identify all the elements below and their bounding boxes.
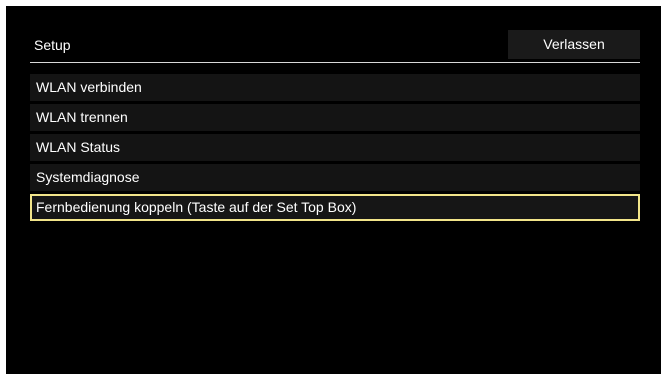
exit-button[interactable]: Verlassen xyxy=(508,30,640,59)
setup-menu: WLAN verbinden WLAN trennen WLAN Status … xyxy=(30,74,640,224)
header-divider xyxy=(30,62,640,63)
menu-item-wlan-disconnect[interactable]: WLAN trennen xyxy=(30,104,640,131)
menu-item-wlan-connect[interactable]: WLAN verbinden xyxy=(30,74,640,101)
setup-screen: Setup Verlassen WLAN verbinden WLAN tren… xyxy=(6,6,661,374)
page-title: Setup xyxy=(34,37,71,53)
menu-item-system-diagnosis[interactable]: Systemdiagnose xyxy=(30,164,640,191)
menu-item-pair-remote[interactable]: Fernbedienung koppeln (Taste auf der Set… xyxy=(30,194,640,221)
menu-item-wlan-status[interactable]: WLAN Status xyxy=(30,134,640,161)
header: Setup Verlassen xyxy=(30,30,640,62)
